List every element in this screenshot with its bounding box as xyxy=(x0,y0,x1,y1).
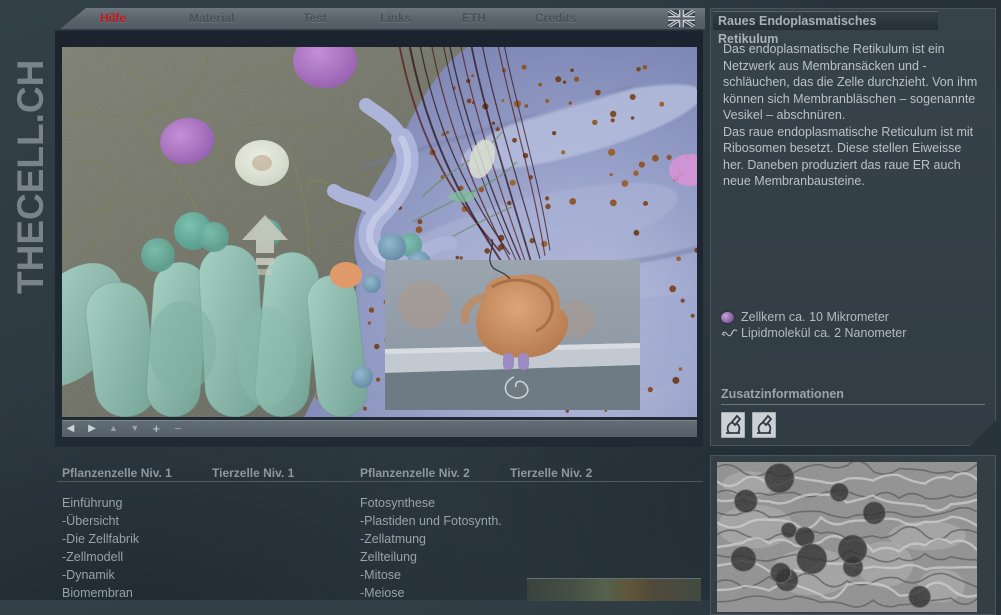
nav-item-test[interactable]: Test xyxy=(303,11,327,25)
menu-list-pflanzenzelle-2: Fotosynthese-Plastiden und Fotosynth.-Ze… xyxy=(360,494,510,602)
menu-divider xyxy=(57,481,703,482)
legend-label: Zellkern ca. 10 Mikrometer xyxy=(741,310,889,324)
lipid-icon xyxy=(721,329,741,338)
viewer-controls: ◀ ▶ ▲ ▼ + − xyxy=(62,420,697,437)
info-paragraph: Das raue endoplasmatische Reticulum ist … xyxy=(711,124,997,190)
menu-item[interactable]: Fotosynthese xyxy=(360,494,510,512)
bottom-thumbnail-image[interactable] xyxy=(527,578,701,601)
nav-item-links[interactable]: Links xyxy=(380,11,411,25)
legend-label: Lipidmolekül ca. 2 Nanometer xyxy=(741,326,906,340)
scale-legend: Zellkern ca. 10 Mikrometer Lipidmolekül … xyxy=(721,309,987,341)
menu-header-pflanzenzelle-1[interactable]: Pflanzenzelle Niv. 1 xyxy=(62,466,172,480)
legend-row-zellkern: Zellkern ca. 10 Mikrometer xyxy=(721,309,987,325)
menu-item[interactable]: Zellteilung xyxy=(360,548,510,566)
nav-item-eth[interactable]: ETH xyxy=(462,11,486,25)
zoom-out-button[interactable]: − xyxy=(169,420,186,437)
microscope-icon[interactable] xyxy=(721,412,745,438)
info-panel: Raues Endoplasmatisches Retikulum Das en… xyxy=(710,8,996,446)
nav-item-material[interactable]: Material xyxy=(189,11,234,25)
up-button[interactable]: ▲ xyxy=(105,420,122,437)
menu-list-pflanzenzelle-1: Einführung-Übersicht-Die Zellfabrik-Zell… xyxy=(62,494,212,602)
microscope-icon[interactable] xyxy=(752,412,776,438)
zusatz-heading: Zusatzinformationen xyxy=(721,387,985,405)
nav-item-hilfe[interactable]: Hilfe xyxy=(100,11,126,25)
site-logo: THECELL.CH xyxy=(10,60,52,294)
info-panel-body: Das endoplasmatische Retikulum ist ein N… xyxy=(711,41,997,190)
menu-header-tierzelle-2[interactable]: Tierzelle Niv. 2 xyxy=(510,466,592,480)
em-micrograph-image xyxy=(717,462,977,612)
next-button[interactable]: ▶ xyxy=(83,420,100,437)
menu-item[interactable]: Biomembran xyxy=(62,584,212,602)
info-paragraph: Das endoplasmatische Retikulum ist ein N… xyxy=(711,41,997,124)
nav-item-credits[interactable]: Credits xyxy=(535,11,576,25)
zellkern-icon xyxy=(721,312,741,323)
top-navbar: Hilfe Material Test Links ETH Credits xyxy=(60,8,705,29)
legend-row-lipid: Lipidmolekül ca. 2 Nanometer xyxy=(721,325,987,341)
menu-item[interactable]: -Meiose xyxy=(360,584,510,602)
uk-flag-icon[interactable] xyxy=(668,10,695,27)
menu-item[interactable]: -Dynamik xyxy=(62,566,212,584)
menu-header-tierzelle-1[interactable]: Tierzelle Niv. 1 xyxy=(212,466,294,480)
prev-button[interactable]: ◀ xyxy=(62,420,79,437)
menu-item[interactable]: -Plastiden und Fotosynth. xyxy=(360,512,510,530)
zusatz-section: Zusatzinformationen xyxy=(721,387,985,438)
info-panel-title: Raues Endoplasmatisches Retikulum xyxy=(713,11,938,30)
viewer-frame: ◀ ▶ ▲ ▼ + − xyxy=(55,30,703,447)
em-micrograph-panel xyxy=(710,455,996,615)
menu-item[interactable]: -Zellmodell xyxy=(62,548,212,566)
menu-item[interactable]: -Die Zellfabrik xyxy=(62,530,212,548)
menu-item[interactable]: -Übersicht xyxy=(62,512,212,530)
menu-item[interactable]: -Zellatmung xyxy=(360,530,510,548)
ribosome-inset xyxy=(385,239,640,410)
menu-item[interactable]: -Mitose xyxy=(360,566,510,584)
zoom-in-button[interactable]: + xyxy=(148,420,165,437)
down-button[interactable]: ▼ xyxy=(126,420,143,437)
cell-3d-scene[interactable] xyxy=(62,47,697,417)
menu-header-pflanzenzelle-2[interactable]: Pflanzenzelle Niv. 2 xyxy=(360,466,470,480)
menu-item[interactable]: Einführung xyxy=(62,494,212,512)
